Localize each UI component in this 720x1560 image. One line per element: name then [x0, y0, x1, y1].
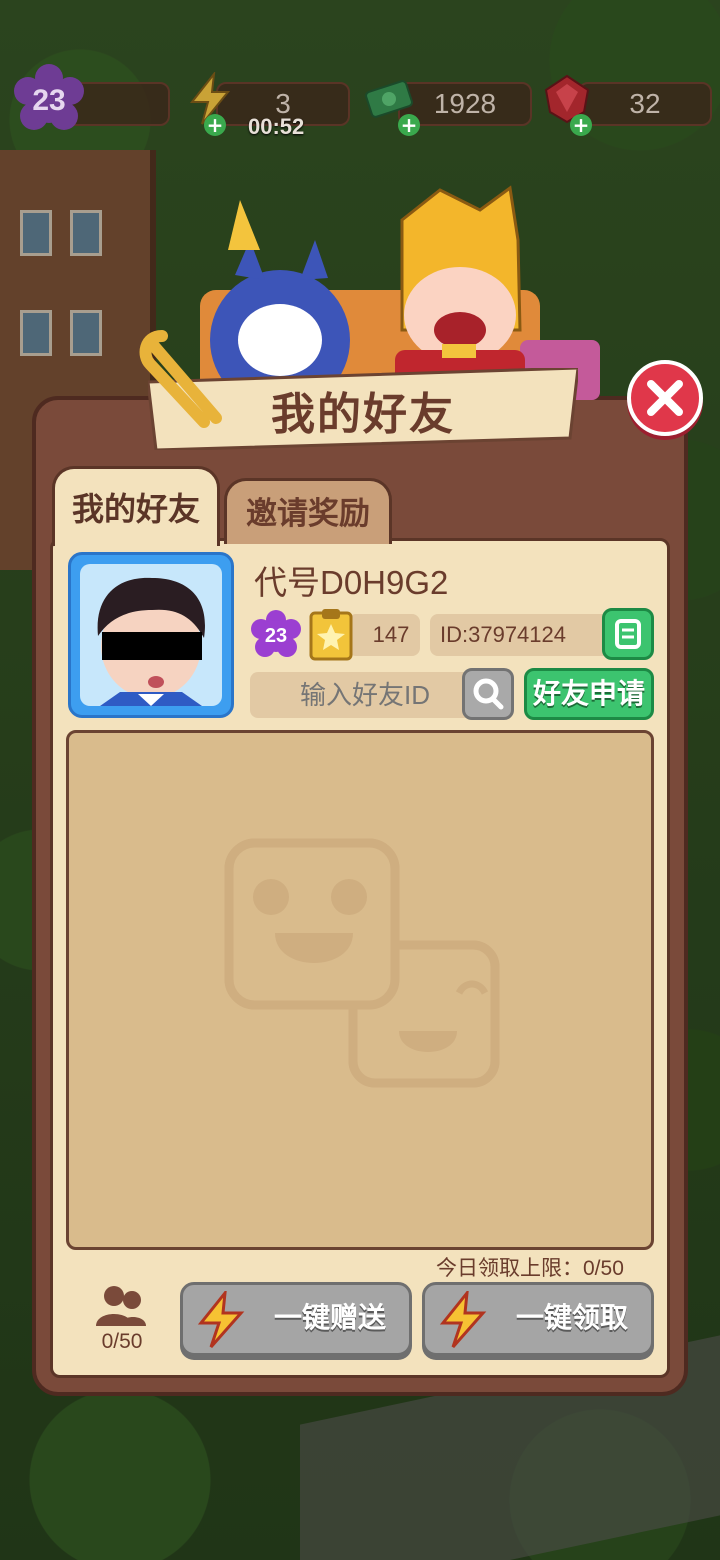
avatar-portrait: [97, 577, 205, 706]
claim-all-button[interactable]: 一键领取: [422, 1282, 654, 1356]
level-badge-icon[interactable]: 23: [12, 64, 86, 138]
profile-level: 23: [264, 624, 288, 647]
daily-claim-limit: 今日领取上限：0/50: [436, 1257, 624, 1280]
lightning-icon: [197, 1291, 245, 1348]
copy-icon: [615, 619, 641, 649]
close-button[interactable]: [627, 360, 703, 436]
player-nickname: 代号D0H9G2: [254, 564, 449, 601]
friend-id-input[interactable]: [250, 672, 480, 718]
add-energy-button[interactable]: +: [204, 114, 226, 136]
claim-all-label: 一键领取: [515, 1301, 628, 1334]
send-all-button[interactable]: 一键赠送: [180, 1282, 412, 1356]
tab-my-friends[interactable]: 我的好友: [52, 466, 220, 546]
friend-list[interactable]: [66, 730, 654, 1250]
empty-list-icon: [224, 838, 500, 1088]
send-all-label: 一键赠送: [273, 1301, 386, 1334]
star-clipboard-icon: [308, 608, 354, 662]
dialog-title: 我的好友: [271, 389, 455, 440]
player-level: 23: [32, 84, 66, 117]
lightning-icon: [439, 1291, 487, 1348]
resource-bar: 23 3 + 1928 + 32 +: [0, 64, 720, 136]
level-badge-icon: 23: [250, 610, 302, 662]
friend-request-button[interactable]: 好友申请: [524, 668, 654, 720]
avatar[interactable]: [68, 552, 234, 718]
tab-invite-rewards[interactable]: 邀请奖励: [224, 478, 392, 544]
search-button[interactable]: [462, 668, 514, 720]
search-icon: [473, 678, 504, 710]
close-icon: [647, 380, 683, 416]
copy-id-button[interactable]: [602, 608, 654, 660]
star-count: 147: [348, 614, 420, 656]
add-gems-button[interactable]: +: [570, 114, 592, 136]
friends-icon: [96, 1284, 146, 1328]
player-id: ID:37974124: [430, 614, 616, 656]
friend-count: 0/50: [101, 1330, 143, 1353]
energy-timer: 00:52: [248, 114, 305, 139]
add-cash-button[interactable]: +: [398, 114, 420, 136]
gem-counter: 32: [578, 82, 712, 126]
